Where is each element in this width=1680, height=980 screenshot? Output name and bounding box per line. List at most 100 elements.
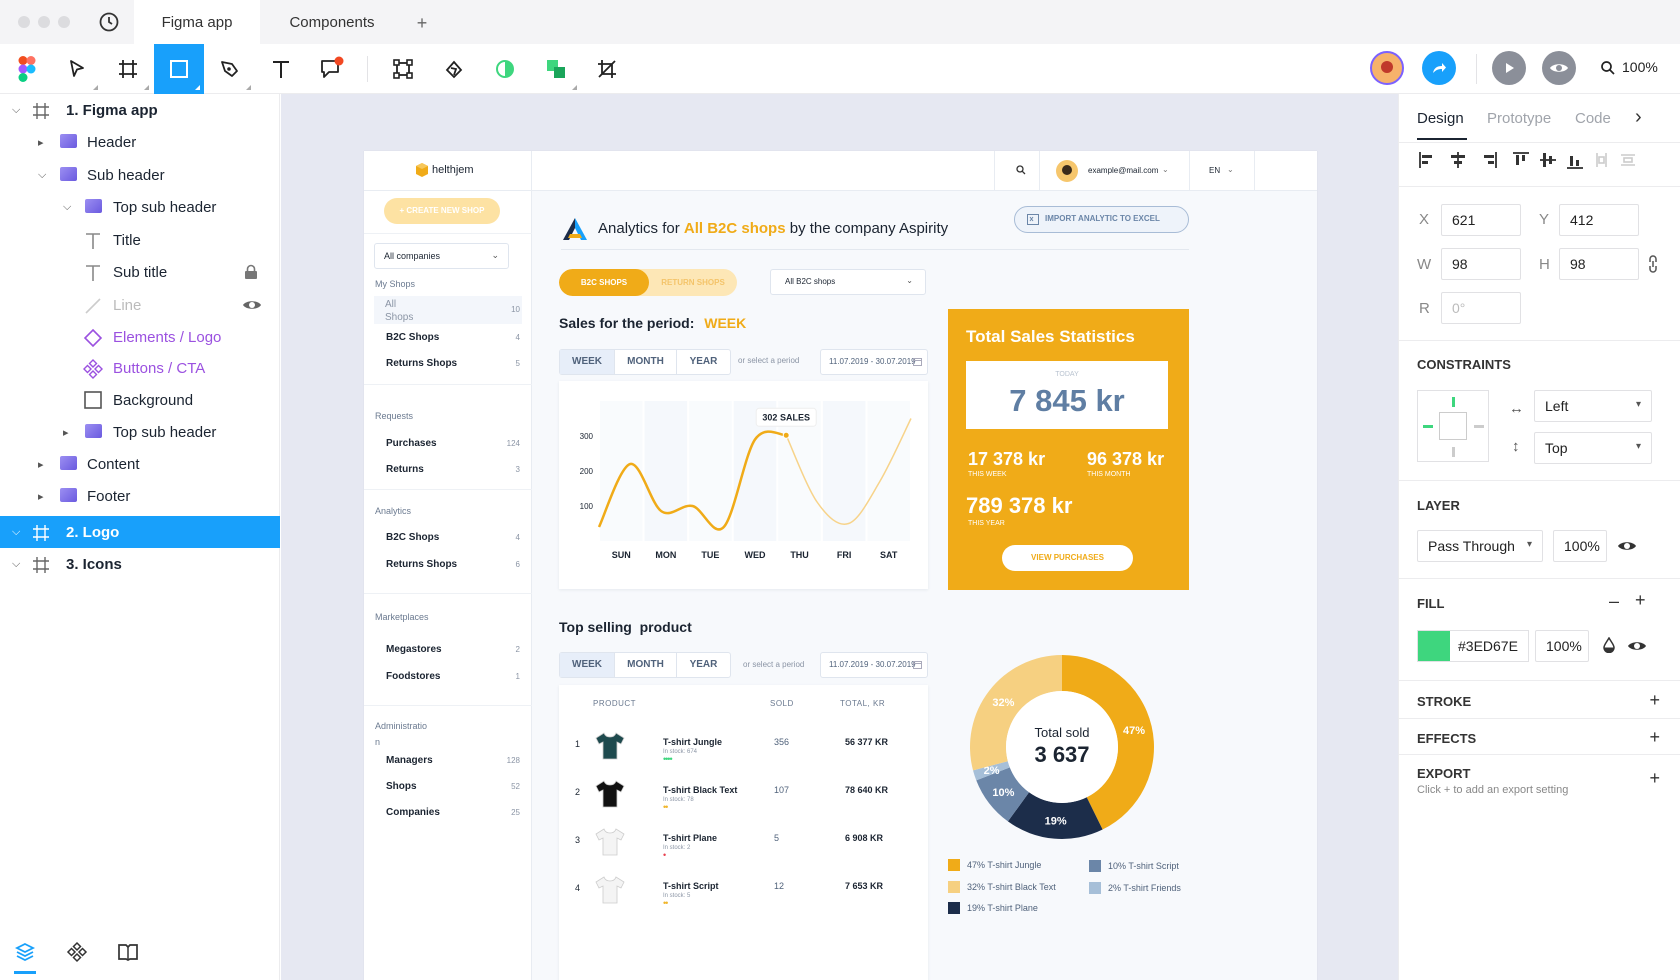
layers-tab-icon[interactable] bbox=[14, 941, 36, 963]
period-week[interactable]: WEEK bbox=[560, 350, 615, 374]
sidebar-item-foodstores[interactable]: Foodstores bbox=[386, 671, 440, 682]
period-year[interactable]: YEAR bbox=[677, 653, 730, 677]
pen-tool-icon[interactable] bbox=[205, 44, 255, 94]
new-tab-button[interactable]: + bbox=[410, 0, 434, 44]
sidebar-item-b2c-shops[interactable]: B2C Shops bbox=[386, 332, 439, 343]
sidebar-item-returns[interactable]: Returns bbox=[386, 464, 424, 475]
chevron-down-icon[interactable]: ⌄ bbox=[1227, 165, 1234, 174]
blend-mode-select[interactable]: Pass Through ▾ bbox=[1417, 530, 1543, 562]
zoom-search-icon[interactable] bbox=[1600, 60, 1616, 76]
layer-sub-title[interactable]: Sub title bbox=[0, 256, 280, 288]
table-row[interactable]: 3 T-shirt Plane In stock: 2 • 5 6 908 KR bbox=[559, 823, 928, 869]
sidebar-item-all-shops[interactable]: All Shops 10 bbox=[374, 296, 522, 324]
boolean-tool-icon[interactable] bbox=[429, 44, 479, 94]
product-name[interactable]: T-shirt Plane bbox=[663, 833, 717, 843]
period-year[interactable]: YEAR bbox=[677, 350, 730, 374]
chevron-right-icon[interactable]: › bbox=[1635, 106, 1642, 129]
constraint-top[interactable] bbox=[1452, 397, 1455, 407]
constraint-left[interactable] bbox=[1423, 425, 1433, 428]
chevron-down-icon[interactable]: ⌵ bbox=[38, 169, 46, 182]
tab-components[interactable]: Components bbox=[270, 0, 394, 44]
chevron-right-icon[interactable]: ▸ bbox=[63, 426, 69, 439]
sidebar-item-managers[interactable]: Managers bbox=[386, 755, 433, 766]
table-row[interactable]: 1 T-shirt Jungle In stock: 674 •••• 356 56 37… bbox=[559, 727, 928, 773]
rectangle-tool-icon[interactable] bbox=[154, 44, 204, 94]
tab-design[interactable]: Design bbox=[1417, 110, 1464, 127]
close-window-button[interactable] bbox=[18, 16, 30, 28]
tab-code[interactable]: Code bbox=[1575, 110, 1611, 127]
maximize-window-button[interactable] bbox=[58, 16, 70, 28]
crop-tool-icon[interactable] bbox=[582, 44, 632, 94]
vertical-constraint-select[interactable]: Top ▾ bbox=[1534, 432, 1652, 464]
sidebar-item-companies[interactable]: Companies bbox=[386, 807, 440, 818]
share-icon[interactable] bbox=[1422, 51, 1456, 85]
text-tool-icon[interactable] bbox=[256, 44, 306, 94]
sidebar-item-returns-shops[interactable]: Returns Shops bbox=[386, 358, 457, 369]
library-book-icon[interactable] bbox=[117, 943, 139, 961]
chevron-right-icon[interactable]: ▸ bbox=[38, 136, 44, 149]
company-select[interactable]: All companies ⌄ bbox=[374, 243, 509, 269]
present-play-icon[interactable] bbox=[1492, 51, 1526, 85]
sidebar-item-analytics-returns[interactable]: Returns Shops bbox=[386, 559, 457, 570]
constraint-right[interactable] bbox=[1474, 425, 1484, 428]
layer-content[interactable]: ▸ Content bbox=[0, 448, 280, 480]
view-eye-icon[interactable] bbox=[1542, 51, 1576, 85]
sidebar-item-purchases[interactable]: Purchases bbox=[386, 438, 437, 449]
assets-tab-icon[interactable] bbox=[66, 941, 88, 963]
tab-return-shops[interactable]: RETURN SHOPS bbox=[649, 269, 737, 296]
sidebar-item-analytics-b2c[interactable]: B2C Shops bbox=[386, 532, 439, 543]
sales-date-range[interactable]: 11.07.2019 - 30.07.2019 bbox=[820, 349, 928, 375]
horizontal-constraint-select[interactable]: Left ▾ bbox=[1534, 390, 1652, 422]
add-effect-button[interactable]: + bbox=[1649, 727, 1660, 748]
y-input[interactable]: 412 bbox=[1559, 204, 1639, 236]
comment-tool-icon[interactable] bbox=[307, 44, 357, 94]
constraint-bottom[interactable] bbox=[1452, 447, 1455, 457]
minimize-window-button[interactable] bbox=[38, 16, 50, 28]
remove-fill-button[interactable]: – bbox=[1609, 591, 1619, 612]
rotation-input[interactable]: 0° bbox=[1441, 292, 1521, 324]
layer-figma-app-frame[interactable]: ⌵ 1. Figma app bbox=[0, 94, 280, 126]
canvas[interactable]: helthjem example@mail.com ⌄ EN ⌄ + CREAT… bbox=[281, 94, 1398, 980]
chevron-down-icon[interactable]: ⌵ bbox=[12, 558, 20, 571]
account-avatar[interactable] bbox=[1056, 160, 1078, 182]
user-avatar[interactable] bbox=[1370, 51, 1404, 85]
create-shop-button[interactable]: + CREATE NEW SHOP bbox=[384, 198, 500, 224]
layer-visibility-eye-icon[interactable] bbox=[1617, 539, 1637, 553]
x-input[interactable]: 621 bbox=[1441, 204, 1521, 236]
layer-buttons-cta[interactable]: Buttons / CTA bbox=[0, 352, 280, 384]
chevron-right-icon[interactable]: ▸ bbox=[38, 490, 44, 503]
period-week[interactable]: WEEK bbox=[560, 653, 615, 677]
table-row[interactable]: 4 T-shirt Script In stock: 5 •• 12 7 653 KR bbox=[559, 871, 928, 917]
layer-footer[interactable]: ▸ Footer bbox=[0, 480, 280, 512]
alignment-tools[interactable] bbox=[1417, 150, 1637, 170]
artboard-dashboard[interactable]: helthjem example@mail.com ⌄ EN ⌄ + CREAT… bbox=[364, 151, 1317, 980]
chevron-right-icon[interactable]: ▸ bbox=[38, 458, 44, 471]
fill-hex-value[interactable]: #3ED67E bbox=[1458, 638, 1518, 654]
height-input[interactable]: 98 bbox=[1559, 248, 1639, 280]
shop-select[interactable]: All B2C shops ⌄ bbox=[770, 269, 926, 295]
union-tool-icon[interactable] bbox=[531, 44, 581, 94]
fill-opacity-input[interactable]: 100% bbox=[1535, 630, 1589, 662]
fill-color-row[interactable]: #3ED67E bbox=[1417, 630, 1529, 662]
layer-top-sub-header[interactable]: ⌵ Top sub header bbox=[0, 191, 280, 223]
period-month[interactable]: MONTH bbox=[615, 653, 677, 677]
chevron-down-icon[interactable]: ⌵ bbox=[12, 526, 20, 539]
sidebar-item-shops[interactable]: Shops bbox=[386, 781, 417, 792]
contrast-tool-icon[interactable] bbox=[480, 44, 530, 94]
component-tool-icon[interactable] bbox=[378, 44, 428, 94]
period-month[interactable]: MONTH bbox=[615, 350, 677, 374]
product-name[interactable]: T-shirt Jungle bbox=[663, 737, 722, 747]
chevron-down-icon[interactable]: ⌵ bbox=[63, 201, 71, 214]
zoom-level[interactable]: 100% bbox=[1622, 59, 1658, 75]
layer-logo-frame[interactable]: ⌵ 2. Logo bbox=[0, 516, 280, 548]
constraints-widget[interactable] bbox=[1417, 390, 1489, 462]
add-export-button[interactable]: + bbox=[1649, 768, 1660, 789]
width-input[interactable]: 98 bbox=[1441, 248, 1521, 280]
lock-icon[interactable] bbox=[244, 264, 258, 280]
layer-header[interactable]: ▸ Header bbox=[0, 126, 280, 158]
chevron-down-icon[interactable]: ⌵ bbox=[12, 104, 20, 117]
language-select[interactable]: EN bbox=[1209, 166, 1220, 175]
frame-tool-icon[interactable] bbox=[103, 44, 153, 94]
account-email[interactable]: example@mail.com bbox=[1088, 166, 1158, 175]
fill-visibility-eye-icon[interactable] bbox=[1627, 639, 1647, 653]
